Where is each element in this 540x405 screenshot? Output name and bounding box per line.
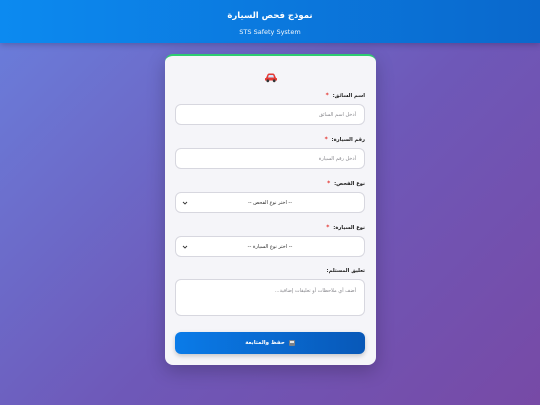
inspection-type-selected: -- اختر نوع الفحص -- — [247, 199, 293, 206]
required-mark: * — [325, 92, 329, 99]
receiver-comment-textarea[interactable]: أضف أي ملاحظات أو تعليقات إضافية... — [175, 279, 365, 316]
car-number-placeholder: أدخل رقم السيارة — [318, 155, 356, 162]
chevron-down-icon — [182, 245, 188, 249]
inspection-type-label-text: نوع الفحص: — [334, 181, 365, 187]
save-and-continue-button[interactable]: حفظ والمتابعة — [175, 332, 365, 354]
page-title: نموذج فحص السيارة — [227, 11, 313, 21]
inspection-form-card: اسم السائق: * أدخل اسم السائق رقم السيار… — [165, 54, 376, 365]
car-number-label: رقم السيارة: * — [325, 136, 365, 143]
car-type-label: نوع السيارة: * — [326, 224, 365, 231]
required-mark: * — [324, 136, 328, 143]
car-number-label-text: رقم السيارة: — [331, 137, 365, 143]
car-type-select[interactable]: -- اختر نوع السيارة -- — [175, 236, 365, 257]
inspection-type-select[interactable]: -- اختر نوع الفحص -- — [175, 192, 365, 213]
receiver-comment-placeholder: أضف أي ملاحظات أو تعليقات إضافية... — [274, 288, 356, 294]
car-type-label-text: نوع السيارة: — [333, 225, 365, 231]
required-mark: * — [327, 180, 331, 187]
save-button-label: حفظ والمتابعة — [245, 340, 285, 346]
car-number-input[interactable]: أدخل رقم السيارة — [175, 148, 365, 169]
receiver-comment-label: تعليق المستلم: — [327, 268, 365, 274]
app-header: نموذج فحص السيارة STS Safety System — [0, 0, 540, 43]
driver-name-label: اسم السائق: * — [326, 92, 365, 99]
car-type-selected: -- اختر نوع السيارة -- — [247, 243, 293, 250]
chevron-down-icon — [182, 201, 188, 205]
receiver-comment-label-text: تعليق المستلم: — [326, 268, 365, 274]
car-icon — [165, 68, 376, 83]
driver-name-input[interactable]: أدخل اسم السائق — [175, 104, 365, 125]
floppy-disk-icon — [288, 340, 295, 346]
driver-name-placeholder: أدخل اسم السائق — [318, 111, 356, 118]
page-subtitle: STS Safety System — [239, 28, 301, 36]
required-mark: * — [326, 224, 330, 231]
inspection-type-label: نوع الفحص: * — [327, 180, 365, 187]
driver-name-label-text: اسم السائق: — [332, 93, 365, 99]
